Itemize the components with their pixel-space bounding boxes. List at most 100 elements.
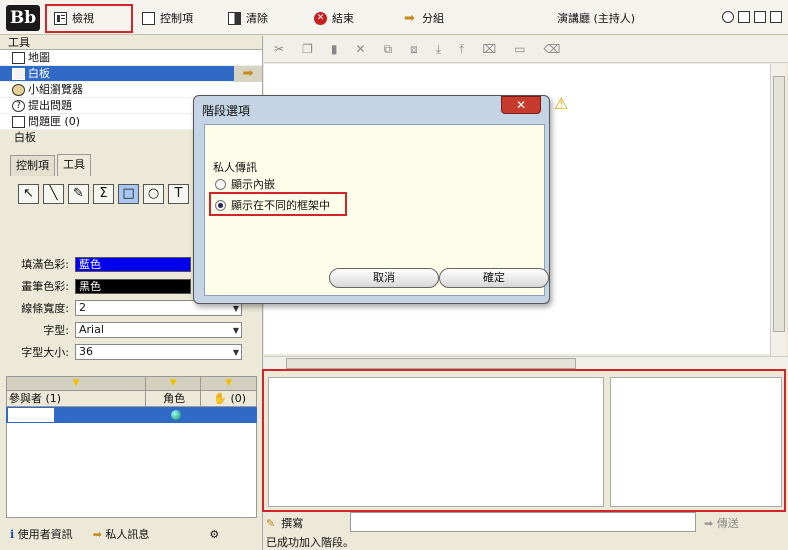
question-icon: ?: [12, 100, 25, 112]
sigma-tool-icon[interactable]: Σ: [93, 184, 114, 204]
participant-row[interactable]: [6, 407, 257, 423]
cancel-button[interactable]: 取消: [329, 268, 439, 288]
group-button[interactable]: ➡ 分組: [404, 10, 444, 26]
tab-tools[interactable]: 工具: [57, 154, 91, 176]
participant-list: [6, 423, 257, 518]
rectangle-tool-icon[interactable]: □: [118, 184, 139, 204]
controls-icon: [142, 11, 155, 25]
font-select[interactable]: Arial ▼: [75, 322, 242, 338]
participant-hand-header[interactable]: ✋ (0): [201, 391, 256, 406]
dialog-title: 階段選項: [202, 104, 251, 118]
pen-tool-icon[interactable]: ✎: [68, 184, 89, 204]
text-tool-icon[interactable]: T: [168, 184, 189, 204]
line-width-label: 線條寬度:: [21, 302, 69, 315]
horizontal-scrollbar[interactable]: [264, 356, 788, 370]
pen-color-label: 畫筆色彩:: [21, 280, 69, 293]
layout-full-icon[interactable]: [770, 11, 782, 23]
clear-label: 清除: [246, 12, 268, 25]
role-globe-icon: [148, 407, 204, 423]
fill-color-swatch[interactable]: 藍色: [75, 256, 191, 272]
chat-input[interactable]: [350, 512, 696, 532]
user-info-button[interactable]: i 使用者資訊: [10, 526, 73, 542]
copy-icon[interactable]: ❐: [302, 42, 313, 56]
participant-name-header[interactable]: 參與者 (1): [7, 391, 146, 406]
private-chat-frame[interactable]: [610, 377, 782, 507]
blackboard-logo: Bb: [6, 5, 40, 31]
vertical-scroll-thumb[interactable]: [773, 76, 785, 332]
font-value: Arial: [79, 323, 104, 336]
send-label: 傳送: [716, 517, 739, 530]
font-row: 字型: Arial ▼: [10, 322, 242, 338]
tool-item-whiteboard[interactable]: 白板 ➡: [0, 66, 262, 82]
send-back-icon[interactable]: ⤓: [436, 42, 441, 57]
user-settings-icon[interactable]: ⚙: [209, 528, 219, 541]
image-icon[interactable]: ▭: [514, 42, 525, 56]
font-size-select[interactable]: 36 ▼: [75, 344, 242, 360]
private-messaging-label: 私人傳訊: [213, 161, 257, 174]
end-label: 結束: [332, 12, 354, 25]
horizontal-scroll-thumb[interactable]: [286, 358, 576, 369]
compose-label: 撰寫: [281, 517, 304, 530]
snapshot-icon[interactable]: ⌧: [482, 42, 496, 56]
option-inline-label: 顯示內嵌: [231, 178, 275, 191]
delete-icon[interactable]: ✕: [355, 42, 365, 56]
participant-header: 參與者 (1) 角色 ✋ (0): [6, 391, 257, 407]
ellipse-tool-icon[interactable]: ○: [143, 184, 164, 204]
participant-sort-bar: ▼ ▼ ▼: [6, 376, 257, 391]
paste-icon[interactable]: ▮: [331, 42, 338, 56]
ok-button[interactable]: 確定: [439, 268, 549, 288]
end-button[interactable]: ✕ 結束: [314, 10, 354, 26]
tool-item-label: 提出問題: [28, 99, 72, 112]
eraser-icon[interactable]: ⌫: [544, 42, 561, 56]
layout-circle-icon[interactable]: [722, 11, 734, 23]
font-size-row: 字型大小: 36 ▼: [10, 344, 242, 360]
fill-color-label: 填滿色彩:: [21, 258, 69, 271]
tool-item-label: 地圖: [28, 51, 50, 64]
line-tool-icon[interactable]: ╲: [43, 184, 64, 204]
canvas-toolbar: ✂ ❐ ▮ ✕ ⧉ ⧈ ⤓ ⤒ ⌧ ▭ ⌫: [264, 36, 788, 63]
hand-count: (0): [230, 392, 247, 405]
session-options-dialog: 階段選項 ✕ 私人傳訊 顯示內嵌 顯示在不同的框架中 取消 確定: [193, 95, 550, 304]
controls-button[interactable]: 控制項: [142, 10, 193, 26]
cut-icon[interactable]: ✂: [274, 42, 284, 56]
pencil-icon: ✎: [266, 516, 276, 530]
font-size-label: 字型大小:: [21, 346, 69, 359]
layout-split-icon[interactable]: [738, 11, 750, 23]
font-size-value: 36: [79, 345, 93, 358]
whiteboard-tabs: 控制項 工具: [10, 154, 93, 177]
chat-messages[interactable]: [268, 377, 604, 507]
dialog-close-button[interactable]: ✕: [501, 96, 541, 114]
option-inline[interactable]: 顯示內嵌: [215, 176, 275, 192]
tool-item-map[interactable]: 地圖: [0, 50, 262, 66]
layout-single-icon[interactable]: [754, 11, 766, 23]
tool-item-label: 小組瀏覽器: [28, 83, 83, 96]
ungroup-objects-icon[interactable]: ⧈: [410, 42, 418, 57]
sort-role-icon[interactable]: ▼: [146, 377, 202, 390]
open-arrow-icon[interactable]: ➡: [234, 66, 262, 82]
drawing-tool-palette: ↖ ╲ ✎ Σ □ ○ T: [18, 184, 189, 204]
compose-bar: ✎ 撰寫 ➡ 傳送: [266, 512, 786, 534]
chevron-down-icon: ▼: [232, 304, 239, 313]
send-button[interactable]: ➡ 傳送: [704, 515, 739, 531]
group-label: 分組: [422, 12, 444, 25]
line-width-value: 2: [79, 301, 86, 314]
group-objects-icon[interactable]: ⧉: [384, 42, 393, 57]
participant-role-header[interactable]: 角色: [146, 391, 202, 406]
pen-color-swatch[interactable]: 黑色: [75, 278, 191, 294]
vertical-scrollbar[interactable]: [770, 64, 786, 356]
clear-button[interactable]: 清除: [228, 10, 268, 26]
radio-inline[interactable]: [215, 178, 226, 190]
arrow-right-icon: ➡: [704, 517, 714, 530]
top-toolbar: Bb 檢視 控制項 清除 ✕ 結束 ➡ 分組 演講廳 (主持人): [0, 0, 788, 35]
bring-front-icon[interactable]: ⤒: [459, 42, 464, 57]
arrow-right-icon: ➡: [92, 528, 102, 541]
presenter-room: 演講廳 (主持人): [557, 10, 635, 26]
option-highlight: [209, 192, 347, 216]
people-icon: [12, 84, 25, 96]
sort-hand-icon[interactable]: ▼: [201, 377, 256, 390]
select-tool-icon[interactable]: ↖: [18, 184, 39, 204]
participant-name-box: [8, 408, 54, 422]
sort-name-icon[interactable]: ▼: [7, 377, 146, 390]
tab-controls[interactable]: 控制項: [10, 155, 55, 176]
private-message-button[interactable]: ➡ 私人訊息: [93, 526, 150, 542]
